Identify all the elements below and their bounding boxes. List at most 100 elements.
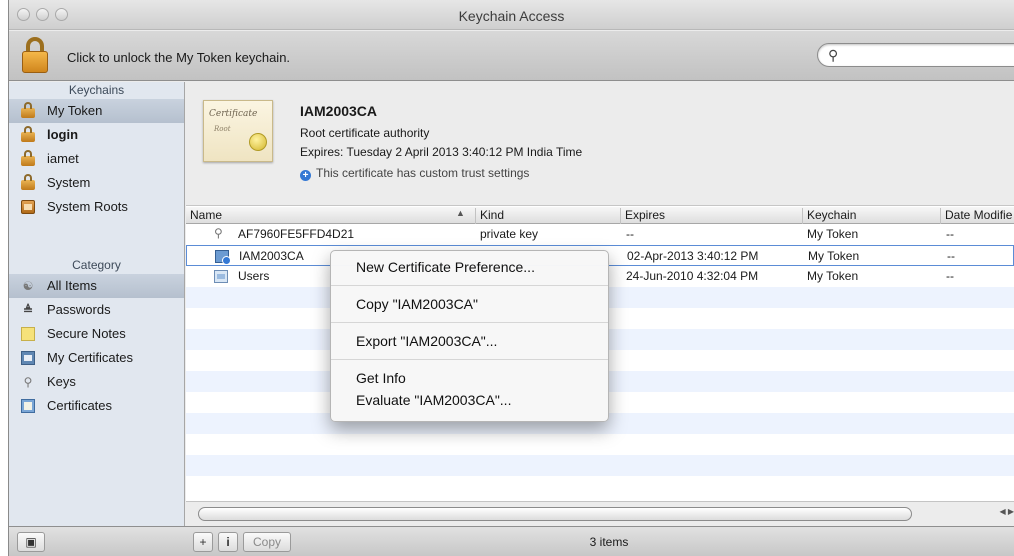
menu-separator	[331, 285, 608, 286]
users-certificate-icon	[214, 270, 228, 283]
column-header-name[interactable]: Name	[186, 208, 476, 224]
unlock-message: Click to unlock the My Token keychain.	[67, 50, 291, 65]
column-header-label: Date Modifie	[945, 208, 1013, 222]
sidebar-item-secure-notes[interactable]: Secure Notes	[9, 322, 184, 346]
empty-row	[186, 434, 1014, 455]
lock-icon	[21, 102, 35, 118]
sidebar-item-system[interactable]: System	[9, 171, 184, 195]
cell-name: Users	[238, 269, 270, 283]
cell-kind: private key	[480, 227, 539, 241]
add-button[interactable]: +	[193, 532, 213, 552]
column-header-label: Keychain	[807, 208, 857, 222]
cell-modified: --	[947, 249, 955, 263]
certificate-expiry: Expires: Tuesday 2 April 2013 3:40:12 PM…	[300, 145, 583, 159]
certificate-type: Root certificate authority	[300, 126, 430, 140]
lock-icon	[21, 150, 35, 166]
people-icon: ☯	[22, 279, 34, 293]
search-input[interactable]	[844, 46, 1014, 64]
scrollbar-thumb[interactable]	[198, 507, 912, 521]
bottom-bar: ▣ + i Copy 3 items	[9, 526, 1014, 556]
cabinet-icon	[21, 200, 35, 214]
sidebar-item-system-roots[interactable]: System Roots	[9, 195, 184, 219]
lock-icon	[21, 174, 35, 190]
sidebar-item-label: System Roots	[47, 199, 128, 214]
column-header-kind[interactable]: Kind ▲	[456, 208, 621, 224]
pen-icon: ≜	[22, 303, 34, 317]
seal-icon	[249, 133, 267, 151]
sidebar-item-label: iamet	[47, 151, 79, 166]
item-count-status: 3 items	[589, 535, 629, 549]
certificate-image-text: Certificate	[209, 109, 258, 119]
menu-item-new-certificate-preference[interactable]: New Certificate Preference...	[331, 256, 608, 278]
search-icon: ⚲	[828, 47, 839, 63]
sidebar-item-passwords[interactable]: ≜ Passwords	[9, 298, 184, 322]
keychains-header: Keychains	[68, 83, 125, 97]
empty-row	[186, 455, 1014, 476]
trust-settings-text: This certificate has custom trust settin…	[316, 166, 530, 180]
table-header: Name Kind ▲ Expires Keychain Date Modifi…	[186, 207, 1014, 224]
menu-item-get-info[interactable]: Get Info	[331, 367, 608, 389]
info-button[interactable]: i	[218, 532, 238, 552]
certificate-summary: Certificate Root IAM2003CA Root certific…	[186, 82, 1014, 206]
cell-keychain: My Token	[807, 269, 859, 283]
cell-name: IAM2003CA	[239, 249, 304, 263]
cell-expires: 02-Apr-2013 3:40:12 PM	[627, 249, 759, 263]
key-icon: ⚲	[23, 375, 33, 389]
cell-expires: 24-Jun-2010 4:32:04 PM	[626, 269, 759, 283]
column-header-keychain[interactable]: Keychain	[803, 208, 941, 224]
title-bar: Keychain Access	[9, 0, 1014, 30]
column-header-expires[interactable]: Expires	[621, 208, 803, 224]
sidebar-item-label: Keys	[47, 374, 76, 389]
sidebar: Keychains My Token login iamet System Sy…	[9, 82, 185, 526]
table-row[interactable]: ⚲ AF7960FE5FFD4D21 private key -- My Tok…	[186, 224, 1014, 245]
column-header-label: Name	[190, 208, 223, 222]
toolbar: Click to unlock the My Token keychain. ⚲	[9, 31, 1014, 81]
sidebar-item-keys[interactable]: ⚲ Keys	[9, 370, 184, 394]
column-header-label: Expires	[625, 208, 666, 222]
copy-button[interactable]: Copy	[243, 532, 291, 552]
certificate-icon	[21, 351, 35, 365]
cell-modified: --	[946, 269, 954, 283]
sidebar-item-label: All Items	[47, 278, 97, 293]
lock-button[interactable]	[21, 37, 49, 73]
plus-circle-icon: +	[300, 170, 311, 181]
certificates-icon	[21, 399, 35, 413]
search-field[interactable]: ⚲	[817, 43, 1014, 67]
cell-modified: --	[946, 227, 954, 241]
toggle-sidebar-button[interactable]: ▣	[17, 532, 45, 552]
sidebar-item-all-items[interactable]: ☯ All Items	[9, 274, 184, 298]
sidebar-item-label: System	[47, 175, 91, 190]
sidebar-item-my-token[interactable]: My Token	[9, 99, 184, 123]
menu-separator	[331, 359, 608, 360]
certificate-image-subtext: Root	[214, 125, 231, 133]
cell-expires: --	[626, 227, 634, 241]
sidebar-item-certificates[interactable]: Certificates	[9, 394, 184, 418]
sidebar-divider	[9, 219, 184, 257]
sidebar-item-label: Certificates	[47, 398, 113, 413]
sidebar-item-label: Secure Notes	[47, 326, 126, 341]
sidebar-item-label: Passwords	[47, 302, 111, 317]
sort-ascending-icon: ▲	[456, 208, 465, 218]
horizontal-scrollbar[interactable]: ◀ ▶	[186, 501, 1014, 526]
menu-item-copy[interactable]: Copy "IAM2003CA"	[331, 293, 608, 315]
certificate-icon	[215, 250, 231, 265]
menu-item-export[interactable]: Export "IAM2003CA"...	[331, 330, 608, 352]
sidebar-item-iamet[interactable]: iamet	[9, 147, 184, 171]
cell-keychain: My Token	[808, 249, 860, 263]
cell-keychain: My Token	[807, 227, 859, 241]
cell-name: AF7960FE5FFD4D21	[238, 227, 355, 241]
column-header-date-modified[interactable]: Date Modifie	[941, 208, 1014, 224]
sidebar-item-my-certificates[interactable]: My Certificates	[9, 346, 184, 370]
empty-row	[186, 476, 1014, 497]
scroll-arrows-icon[interactable]: ◀ ▶	[986, 507, 1014, 521]
trust-settings-note: + This certificate has custom trust setti…	[300, 166, 529, 181]
window-title: Keychain Access	[458, 8, 565, 24]
note-icon	[21, 327, 35, 341]
sidebar-item-login[interactable]: login	[9, 123, 184, 147]
menu-item-evaluate[interactable]: Evaluate "IAM2003CA"...	[331, 389, 608, 411]
certificate-name: IAM2003CA	[300, 103, 378, 119]
lock-icon	[22, 51, 48, 73]
column-header-label: Kind	[480, 208, 505, 222]
sidebar-item-label: My Token	[47, 103, 103, 118]
certificate-image-icon: Certificate Root	[203, 100, 273, 162]
